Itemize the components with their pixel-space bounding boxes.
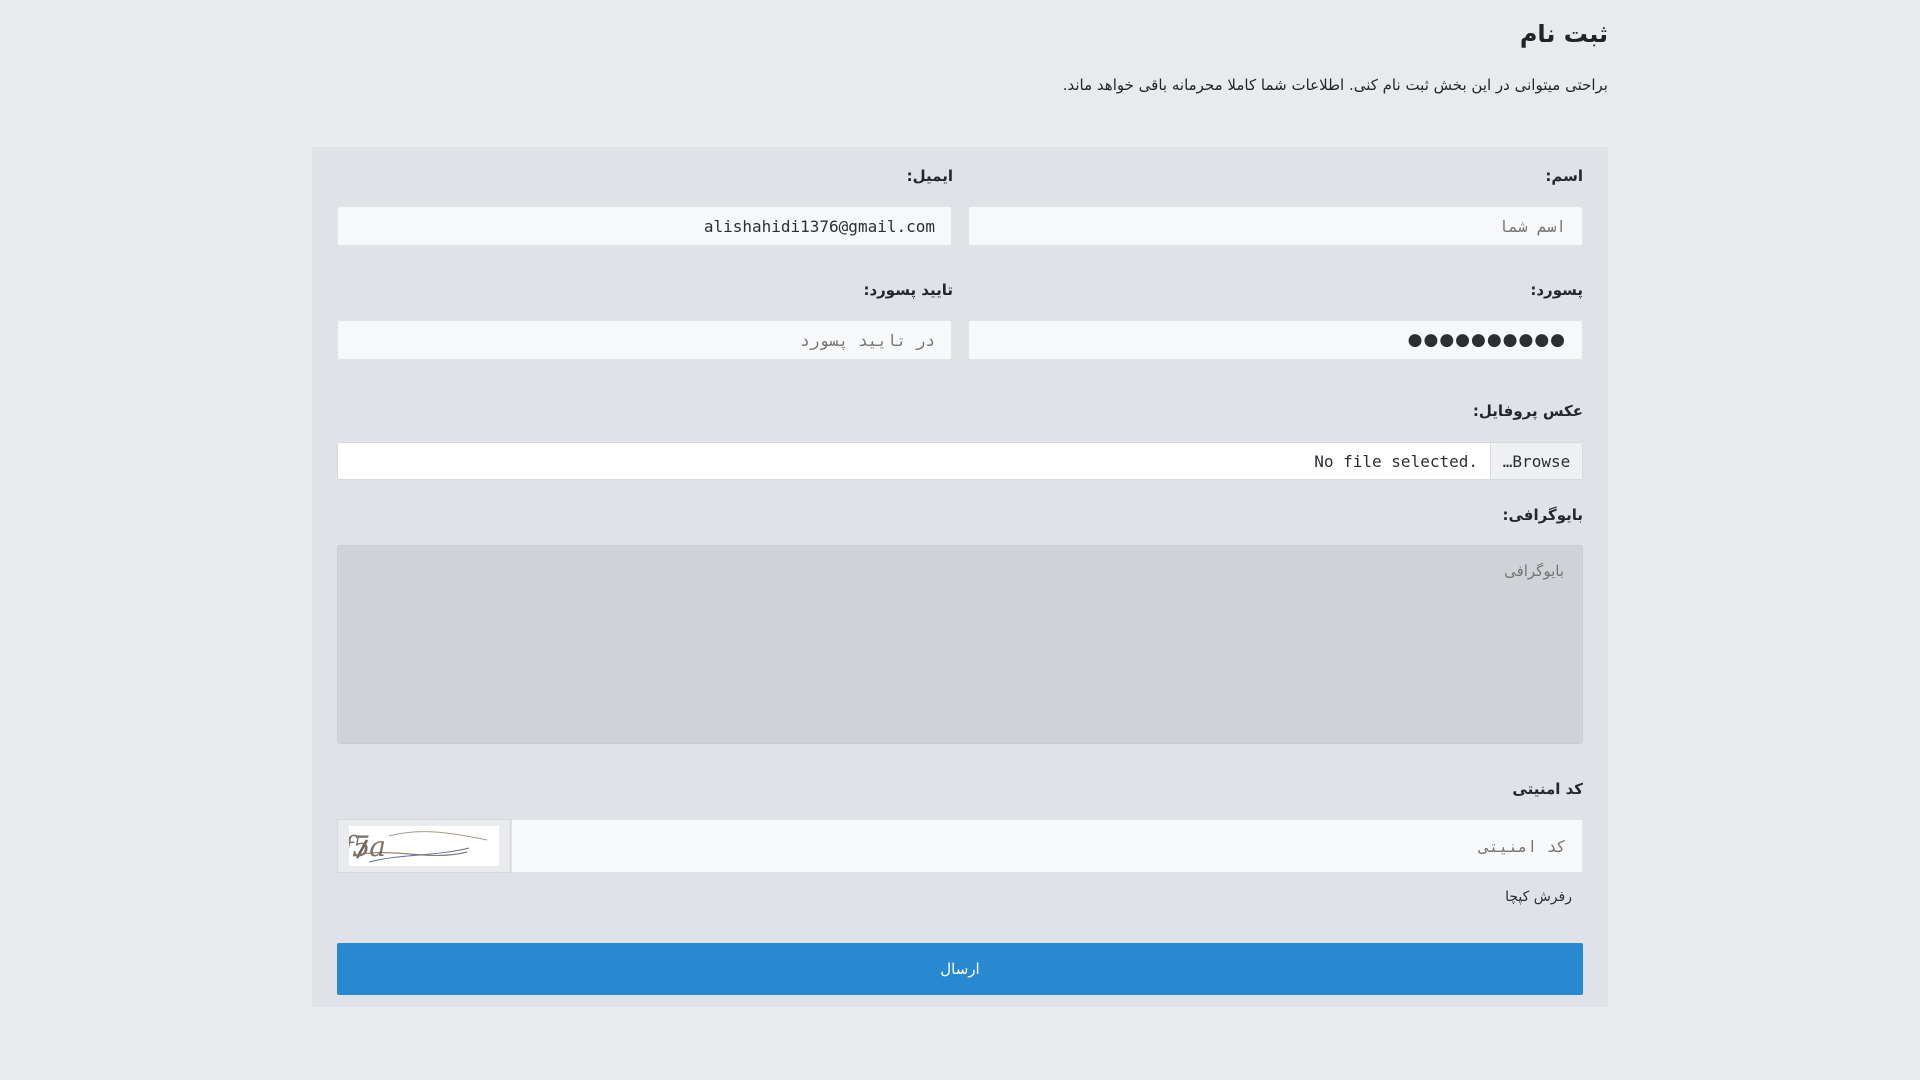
captcha-label: کد امنیتی [1512, 780, 1583, 798]
confirm-password-label: تایید پسورد: [863, 281, 953, 299]
file-status-text: No file selected. [1314, 451, 1478, 471]
email-input[interactable] [337, 206, 952, 246]
profile-photo-label: عکس پروفایل: [1472, 402, 1583, 420]
browse-button[interactable]: Browse… [1490, 443, 1582, 479]
profile-photo-file-input[interactable]: Browse… No file selected. [337, 442, 1583, 480]
password-input[interactable] [968, 320, 1583, 360]
submit-button[interactable]: ارسال [337, 943, 1583, 995]
captcha-image-text: Xlf5a [349, 830, 385, 863]
captcha-input[interactable] [511, 819, 1583, 873]
biography-textarea[interactable] [337, 545, 1583, 744]
password-label: پسورد: [1530, 281, 1583, 299]
email-label: ایمیل: [906, 167, 953, 185]
registration-page: ثبت نام براحتی میتوانی در این بخش ثبت نا… [0, 0, 1920, 1080]
refresh-captcha-link[interactable]: رفرش کپچا [1505, 889, 1572, 905]
captcha-row: Xlf5a [337, 819, 1583, 873]
captcha-image: Xlf5a [349, 826, 499, 866]
page-title: ثبت نام [1519, 20, 1608, 48]
name-label: اسم: [1545, 167, 1583, 185]
page-subtitle: براحتی میتوانی در این بخش ثبت نام کنی. ا… [1062, 76, 1608, 94]
registration-form: اسم: ایمیل: پسورد: تایید پسورد: عکس پروف… [312, 147, 1608, 1007]
name-input[interactable] [968, 206, 1583, 246]
captcha-image-frame: Xlf5a [337, 819, 511, 873]
biography-label: بایوگرافی: [1502, 506, 1584, 524]
confirm-password-input[interactable] [337, 320, 952, 360]
